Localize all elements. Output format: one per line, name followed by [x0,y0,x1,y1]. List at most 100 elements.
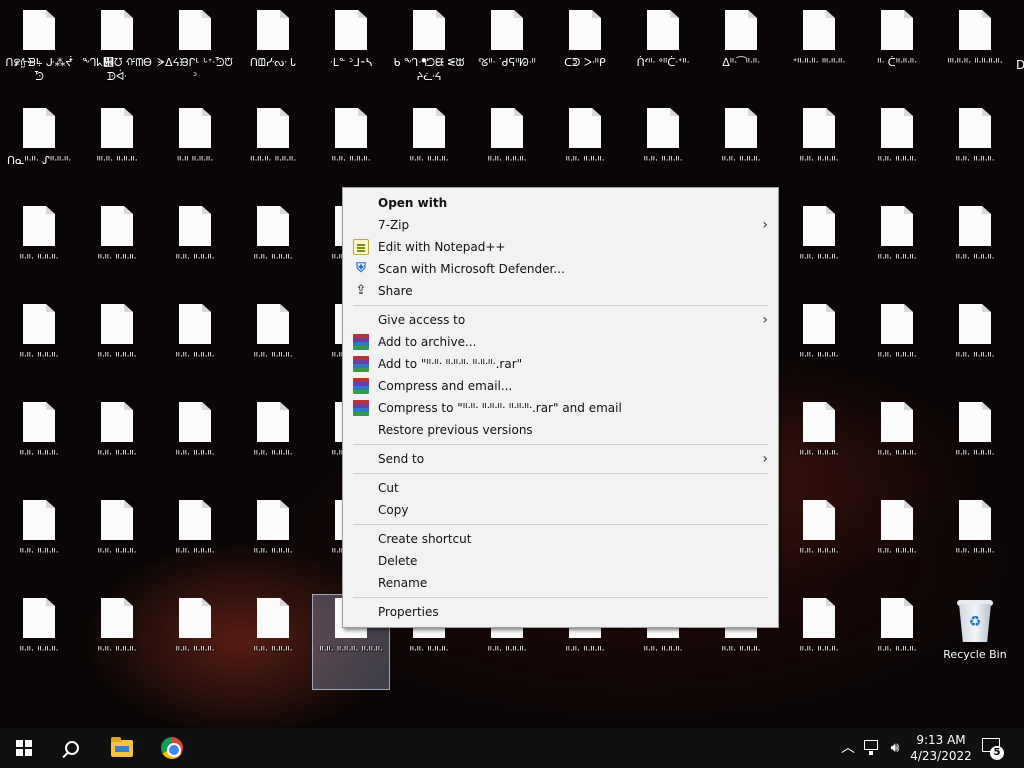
menu-item-label: Give access to [378,313,466,327]
menu-item-add-to-rar[interactable]: Add to "ᐦᐧᐦᐧ ᐦᐧᐦᐧᐦᐧ ᐦᐧᐦᐧᐦᐧ.rar" [343,353,778,375]
desktop-file[interactable]: ᐦᐧᐦᐧ ᐦᐧᐦᐧᐦᐧ [156,496,234,592]
blank-file-icon [959,402,991,442]
file-label: Recycle Bin [943,648,1007,661]
menu-item-label: Restore previous versions [378,423,533,437]
desktop-file[interactable]: ᐦᐧᐦᐧ ᐦᐧᐦᐧᐦᐧ [468,104,546,200]
desktop-file[interactable]: ᐃᐦᐧ⁀ᐦᐧᐦᐧ [702,6,780,102]
desktop-file[interactable]: ᐦᐧᐦᐧ ᐦᐧᐦᐧᐦᐧ [936,202,1014,298]
file-label: ᙰᖾ᭎ᘮ ᡤᗰᎾᗬᐚ [82,56,152,83]
desktop-file[interactable]: ᓫᘜᐦᐧ ᐝᑯᕋᐦᘗᐧᐦ [468,6,546,102]
show-hidden-icons-button[interactable]: ︿ [838,728,858,768]
desktop-file[interactable]: ᐦᐧᐦᐧᐦᐧ ᐦᐧᐦᐧᐦᐧ [234,104,312,200]
menu-item-restore-previous-versions[interactable]: Restore previous versions [343,419,778,441]
file-label: ᐦᐧᐦᐧ ᐦᐧᐦᐧᐦᐧ [19,350,59,363]
desktop-file[interactable]: ᐦᐧᐦᐧ ᐦᐧᐦᐧᐦᐧ [234,398,312,494]
desktop-file[interactable]: ᐦᐧᐦᐧ ᐦᐧᐦᐧᐦᐧ [546,104,624,200]
menu-item-cut[interactable]: Cut [343,477,778,499]
blank-file-icon [101,402,133,442]
desktop-file[interactable]: ᐦᐧᐦᐧ ᐦᐧᐦᐧᐦᐧ [390,104,468,200]
menu-item-create-shortcut[interactable]: Create shortcut [343,528,778,550]
desktop-file[interactable]: ᐦᐧᐦᐧ ᐦᐧᐦᐧᐦᐧ [156,300,234,396]
desktop-file[interactable]: ᐦᐧᐦᐧ ᐦᐧᐦᐧᐦᐧ [78,594,156,690]
desktop-file[interactable]: ᐦᐧᐦᐧ ᐦᐧᐦᐧᐦᐧ [780,496,858,592]
desktop-file[interactable]: ᑊᐦᐧᐦᐧᐦᐧ ᐦᐧᐦᐧᐦᐧᐦᐧ [936,6,1014,102]
desktop-file[interactable]: ᐦᐧᐦᐧ ᐦᐧᐦᐧᐦᐧ [0,398,78,494]
desktop-file[interactable]: ᐦᐧᐦᐧ ᐦᐧᐦᐧᐦᐧ [78,496,156,592]
menu-item-scan-with-microsoft-defender[interactable]: ⛨ Scan with Microsoft Defender... [343,258,778,280]
desktop-file[interactable]: ᐦᐧᐦᐧ ᐦᐧᐦᐧᐦᐧ [156,202,234,298]
desktop-file[interactable]: ᐦᐧᐦ ᐦᐧᐦᐧᐦᐧ [156,104,234,200]
chrome-button[interactable] [148,728,196,768]
desktop-file[interactable]: ᑏᔊᐦᐧ ᐤᐦᑖᐧᐩᐦᐧ [624,6,702,102]
desktop-file[interactable]: ᑕᕲ ᐳᐧᐦᑭ [546,6,624,102]
menu-item-copy[interactable]: Copy [343,499,778,521]
desktop-file[interactable]: ᐦᐧᐦᐧ ᐦᐧᐦᐧᐦᐧ [858,202,936,298]
desktop-file[interactable]: ᐦᐧᐦᐧ ᐦᐧᐦᐧᐦᐧ [156,594,234,690]
winrar-icon [353,400,369,416]
desktop-file[interactable]: ᐦᐧᐦᐧ ᐦᐧᐦᐧᐦᐧ [234,594,312,690]
network-icon[interactable] [862,740,880,756]
search-button[interactable] [48,728,96,768]
file-explorer-button[interactable] [98,728,146,768]
desktop-file[interactable]: ᐦᐧᐦᐧ ᐦᐧᐦᐧᐦᐧ [156,398,234,494]
menu-item-edit-with-notepad[interactable]: Edit with Notepad++ [343,236,778,258]
desktop-file[interactable]: ᐦᐧᐦᐧ ᐦᐧᐦᐧᐦᐧ [780,104,858,200]
menu-item-properties[interactable]: Properties [343,601,778,623]
desktop-file[interactable]: ᐦᐧᐦᐧ ᐦᐧᐦᐧᐦᐧ [780,300,858,396]
menu-item-7-zip[interactable]: 7-Zip › [343,214,778,236]
desktop-file[interactable]: ᐦᐧᐦᐧ ᐦᐧᐦᐧᐦᐧ [858,594,936,690]
recycle-bin-shortcut[interactable]: ♻ Recycle Bin [936,594,1014,690]
desktop-file[interactable]: ᐦᐧᐦᐧ ᐦᐧᐦᐧᐦᐧ [858,398,936,494]
menu-item-send-to[interactable]: Send to › [343,448,778,470]
desktop-file[interactable]: ᐦᐧᐦᐧ ᐦᐧᐦᐧᐦᐧ [0,594,78,690]
menu-item-give-access-to[interactable]: Give access to › [343,309,778,331]
desktop-file[interactable]: ᑊᐦᐧᐦᐧ ᐦᐧᐦᐧᐦᐧ [78,104,156,200]
desktop-file[interactable]: ᐩᐦᐧᐦᐧᐦᐧ ᑊᐦᐧᐦᐧᐦᐧ [780,6,858,102]
desktop-file[interactable]: ᐦᐧᐦᐧ ᐦᐧᐦᐧᐦᐧ [234,300,312,396]
desktop-file[interactable]: ᐦᐧᐦᐧ ᐦᐧᐦᐧᐦᐧ [0,300,78,396]
desktop-file[interactable]: ᐦᐧ ᑖᐦᐧᐦᐧᐦᐧ [858,6,936,102]
desktop-file[interactable]: ᐦᐧᐦᐧ ᐦᐧᐦᐧᐦᐧ [858,104,936,200]
menu-item-open-with[interactable]: Open with [343,192,778,214]
desktop-file[interactable]: ᐦᐧᐦᐧ ᐦᐧᐦᐧᐦᐧ [936,300,1014,396]
desktop-file[interactable]: ᐦᐧᐦᐧ ᐦᐧᐦᐧᐦᐧ [936,398,1014,494]
desktop-file[interactable]: ᐦᐧᐦᐧ ᐦᐧᐦᐧᐦᐧ [858,496,936,592]
blank-file-icon [101,500,133,540]
desktop-file[interactable]: ᐦᐧᐦᐧ ᐦᐧᐦᐧᐦᐧ [0,496,78,592]
desktop-file[interactable]: ᐦᐧᐦᐧ ᐦᐧᐦᐧᐦᐧ [78,398,156,494]
menu-item-rename[interactable]: Rename [343,572,778,594]
desktop-file[interactable]: ᐦᐧᐦᐧ ᐦᐧᐦᐧᐦᐧ [780,594,858,690]
file-label: ᐧᒪᓐ ᐣᒧ⁃ᓴ [329,56,373,69]
desktop-file[interactable]: ᐧᒪᓐ ᐣᒧ⁃ᓴ [312,6,390,102]
desktop-file[interactable]: ᐦᐧᐦᐧ ᐦᐧᐦᐧᐦᐧ [936,104,1014,200]
desktop-file[interactable]: ᐦᐧᐦᐧ ᐦᐧᐦᐧᐦᐧ [858,300,936,396]
menu-item-delete[interactable]: Delete [343,550,778,572]
menu-item-compress-to-rar-and-email[interactable]: Compress to "ᐦᐧᐦᐧ ᐦᐧᐦᐧᐦᐧ ᐦᐧᐦᐧᐦᐧ.rar" and… [343,397,778,419]
desktop-file[interactable]: ᐦᐧᐦᐧ ᐦᐧᐦᐧᐦᐧ [780,398,858,494]
desktop-file[interactable]: ᐦᐧᐦᐧ ᐦᐧᐦᐧᐦᐧ [624,104,702,200]
desktop-file[interactable]: ᐦᐧᐦᐧ ᐦᐧᐦᐧᐦᐧ [312,104,390,200]
clock[interactable]: 9:13 AM 4/23/2022 [906,732,976,764]
desktop-file[interactable]: ᐦᐧᐦᐧ ᐦᐧᐦᐧᐦᐧ [234,496,312,592]
menu-item-add-to-archive[interactable]: Add to archive... [343,331,778,353]
desktop-file[interactable]: ᐦᐧᐦᐧ ᐦᐧᐦᐧᐦᐧ [0,202,78,298]
desktop-file[interactable]: ᐦᐧᐦᐧ ᐦᐧᐦᐧᐦᐧ [78,300,156,396]
file-label: ᐦᐧᐦᐧ ᐦᐧᐦᐧᐦᐧ [253,644,293,657]
volume-icon[interactable]: 🔊︎ [886,728,904,768]
desktop-file[interactable]: ᑎᗶᓹᔓᐧ Ꮣ [234,6,312,102]
menu-item-label: Open with [378,196,448,210]
desktop-file[interactable]: ᐦᐧᐦᐧ ᐦᐧᐦᐧᐦᐧ [936,496,1014,592]
desktop-file[interactable]: ᑎ꯹ᢔᙪꚥ ᒙ⁂ᖫᘬ [0,6,78,102]
desktop-file[interactable]: ᐦᐧᐦᐧ ᐦᐧᐦᐧᐦᐧ [780,202,858,298]
action-center-button[interactable]: 5 [982,738,1004,760]
desktop-file[interactable]: ᐦᐧᐦᐧ ᐦᐧᐦᐧᐦᐧ [234,202,312,298]
start-button[interactable] [0,728,48,768]
desktop-file[interactable]: ᗔᐃᔦᙘᒋᒻ ᒡᐩᐧᘬᙈᐣ [156,6,234,102]
desktop-file[interactable]: ᐦᐧᐦᐧ ᐦᐧᐦᐧᐦᐧ [702,104,780,200]
menu-item-share[interactable]: ⇪ Share [343,280,778,302]
desktop-file[interactable]: ᑎᓇᐦᐧᐦᐧ ᔑᐦᐧᐦᐧᐦᐧ [0,104,78,200]
desktop-file[interactable]: ᐦᐧᐦᐧ ᐦᐧᐦᐧᐦᐧ [78,202,156,298]
desktop-file[interactable]: ᑲ ᙰᐧᖳᘤᙠ ᓬᙔᔨᓩᔦ [390,6,468,102]
menu-item-compress-and-email[interactable]: Compress and email... [343,375,778,397]
desktop-file[interactable]: ᙰᖾ᭎ᘮ ᡤᗰᎾᗬᐚ [78,6,156,102]
